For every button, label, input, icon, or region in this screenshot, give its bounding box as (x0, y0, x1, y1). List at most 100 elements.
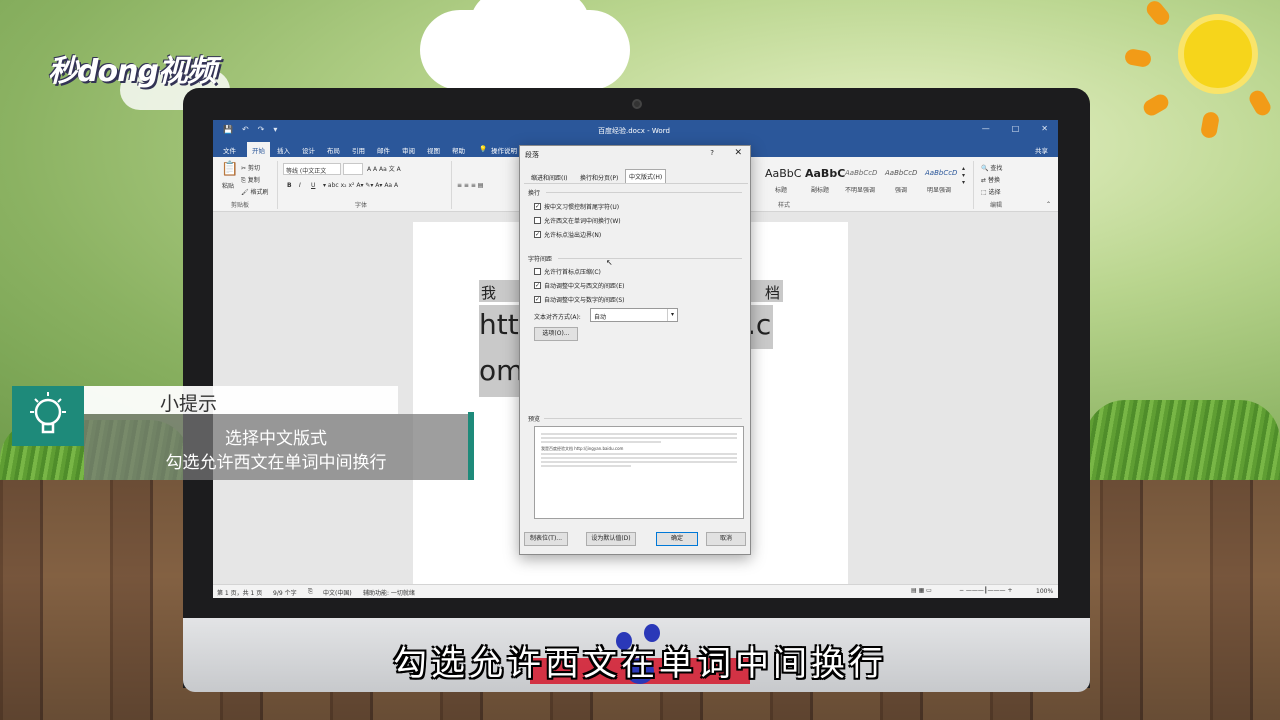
format-painter-label: 格式刷 (250, 189, 269, 196)
select-button[interactable]: ⬚ 选择 (981, 187, 1001, 196)
style-subtitle-sample[interactable]: AaBbC (805, 167, 845, 180)
tabs-button[interactable]: 制表位(T)... (524, 532, 568, 546)
tip-accent-bar (468, 412, 474, 480)
style-subtle-sample[interactable]: AaBbCcD (845, 169, 877, 177)
close-window-button[interactable]: ✕ (1041, 124, 1048, 133)
set-default-button[interactable]: 设为默认值(D) (586, 532, 636, 546)
option-label: 自动调整中文与数字的间距(S) (544, 297, 625, 304)
option-compress-punctuation[interactable]: 允许行首标点压缩(C) (534, 267, 601, 276)
style-name-subtle: 不明显强调 (845, 187, 876, 194)
share-button[interactable]: 共享 (1035, 145, 1048, 155)
camera-icon (632, 99, 642, 109)
zoom-level[interactable]: 100% (1036, 588, 1053, 595)
styles-scroll-icon[interactable]: ▴ ▾ ▾ (962, 165, 965, 186)
copy-button[interactable]: ⎘ 复制 (241, 175, 260, 185)
minimize-button[interactable]: — (982, 124, 990, 133)
checkbox-checked[interactable]: ✓ (534, 203, 541, 210)
checkbox-unchecked[interactable] (534, 268, 541, 275)
italic-button[interactable]: I (299, 182, 301, 189)
language-status[interactable]: 中文(中国) (323, 588, 352, 597)
option-hanging-punctuation[interactable]: ✓ 允许标点溢出边界(N) (534, 230, 601, 239)
select-label: 选择 (988, 189, 1001, 196)
cancel-button[interactable]: 取消 (706, 532, 746, 546)
proofing-icon[interactable]: ⎘ (308, 588, 313, 596)
font-group-label: 字体 (355, 202, 368, 209)
tab-asian-typography[interactable]: 中文版式(H) (625, 169, 667, 183)
dialog-close-button[interactable]: ✕ (734, 148, 742, 158)
tip-lightbulb-icon (12, 386, 84, 446)
save-icon[interactable]: 💾 (223, 125, 233, 134)
option-auto-space-numbers[interactable]: ✓ 自动调整中文与数字的间距(S) (534, 295, 625, 304)
option-label: 允许西文在单词中间换行(W) (544, 218, 621, 225)
paste-icon[interactable]: 📋 (221, 161, 238, 177)
underline-button[interactable]: U (311, 182, 315, 189)
bold-button[interactable]: B (287, 182, 292, 189)
replace-button[interactable]: ⇄ 替换 (981, 175, 1000, 184)
tell-me-lightbulb-icon[interactable]: 💡 (479, 145, 487, 153)
cut-button[interactable]: ✂ 剪切 (241, 163, 260, 172)
tip-title: 小提示 (160, 393, 218, 415)
checkbox-checked[interactable]: ✓ (534, 296, 541, 303)
clipboard-group-label: 剪贴板 (231, 202, 250, 209)
editing-group-label: 编辑 (990, 202, 1003, 209)
tab-references[interactable]: 引用 (352, 145, 365, 155)
preview-line (541, 461, 737, 463)
view-mode-icons[interactable]: ▤ ▦ ▭ (911, 587, 932, 594)
separator (277, 161, 278, 209)
preview-line (541, 465, 631, 467)
tab-layout[interactable]: 布局 (327, 145, 340, 155)
accessibility-status[interactable]: 辅助功能: 一切就绪 (363, 588, 415, 597)
help-button[interactable]: ? (710, 149, 714, 157)
dialog-title: 段落 (525, 151, 539, 159)
option-auto-space-latin[interactable]: ✓ 自动调整中文与西文的间距(E) (534, 281, 624, 290)
page-count[interactable]: 第 1 页，共 1 页 (217, 588, 262, 597)
separator (973, 161, 974, 209)
style-intense-sample[interactable]: AaBbCcD (925, 169, 957, 177)
option-allow-latin-wrap[interactable]: 允许西文在单词中间换行(W) (534, 216, 621, 225)
tab-design[interactable]: 设计 (302, 145, 315, 155)
customize-qat-icon[interactable]: ▾ (273, 125, 277, 134)
style-emphasis-sample[interactable]: AaBbCcD (885, 169, 917, 177)
option-label: 自动调整中文与西文的间距(E) (544, 283, 625, 290)
text-alignment-select[interactable]: 自动 ▾ (590, 308, 678, 322)
font-size-box[interactable] (343, 163, 363, 175)
separator (451, 161, 452, 209)
maximize-button[interactable]: □ (1012, 124, 1020, 133)
tab-help[interactable]: 帮助 (452, 145, 465, 155)
tab-insert[interactable]: 插入 (277, 145, 290, 155)
undo-icon[interactable]: ↶ (242, 125, 249, 134)
tab-view[interactable]: 视图 (427, 145, 440, 155)
tab-mailings[interactable]: 邮件 (377, 145, 390, 155)
zoom-slider[interactable]: − ———┃——— + (959, 587, 1012, 594)
checkbox-checked[interactable]: ✓ (534, 282, 541, 289)
options-button[interactable]: 选项(O)... (534, 327, 578, 341)
replace-label: 替换 (987, 177, 1000, 184)
word-window: 💾 ↶ ↷ ▾ 百度经验.docx - Word — □ ✕ 文件 开始 插入 … (213, 120, 1058, 598)
tip-title-bar (84, 386, 398, 414)
font-effects-icons[interactable]: ▾ abc x₂ x² A▾ ✎▾ A▾ Aa A (323, 182, 398, 189)
tab-line-page-breaks[interactable]: 换行和分页(P) (577, 171, 621, 183)
tab-home[interactable]: 开始 (247, 142, 270, 157)
quick-access-toolbar: 💾 ↶ ↷ ▾ (223, 125, 277, 134)
find-button[interactable]: 🔍 查找 (981, 163, 1002, 172)
tell-me-box[interactable]: 操作说明 (491, 145, 517, 155)
tip-line-1: 选择中文版式 (225, 429, 327, 449)
sun-icon (1178, 14, 1258, 94)
collapse-ribbon-icon[interactable]: ⌃ (1046, 201, 1051, 208)
paste-button[interactable]: 粘贴 (222, 181, 234, 190)
style-heading-sample[interactable]: AaBbC (765, 167, 801, 180)
redo-icon[interactable]: ↷ (258, 125, 265, 134)
tab-file[interactable]: 文件 (223, 145, 236, 155)
font-grow-icons[interactable]: A A Aa 文 A (367, 164, 401, 173)
word-count[interactable]: 9/9 个字 (273, 588, 297, 597)
checkbox-checked[interactable]: ✓ (534, 231, 541, 238)
paragraph-align-icons[interactable]: ≡ ≡ ≡ ▤ (457, 182, 483, 189)
ok-button[interactable]: 确定 (656, 532, 698, 546)
font-name-box[interactable]: 等线 (中文正文 (283, 163, 341, 175)
format-painter-button[interactable]: 🖌 格式刷 (241, 187, 269, 196)
tab-indents-spacing[interactable]: 缩进和间距(I) (528, 171, 570, 183)
tab-review[interactable]: 审阅 (402, 145, 415, 155)
preview-sample-text: 我是百度经验文档 http://jingyan.baidu.com (541, 446, 624, 451)
checkbox-unchecked[interactable] (534, 217, 541, 224)
option-asian-rules[interactable]: ✓ 按中文习惯控制首尾字符(U) (534, 202, 619, 211)
